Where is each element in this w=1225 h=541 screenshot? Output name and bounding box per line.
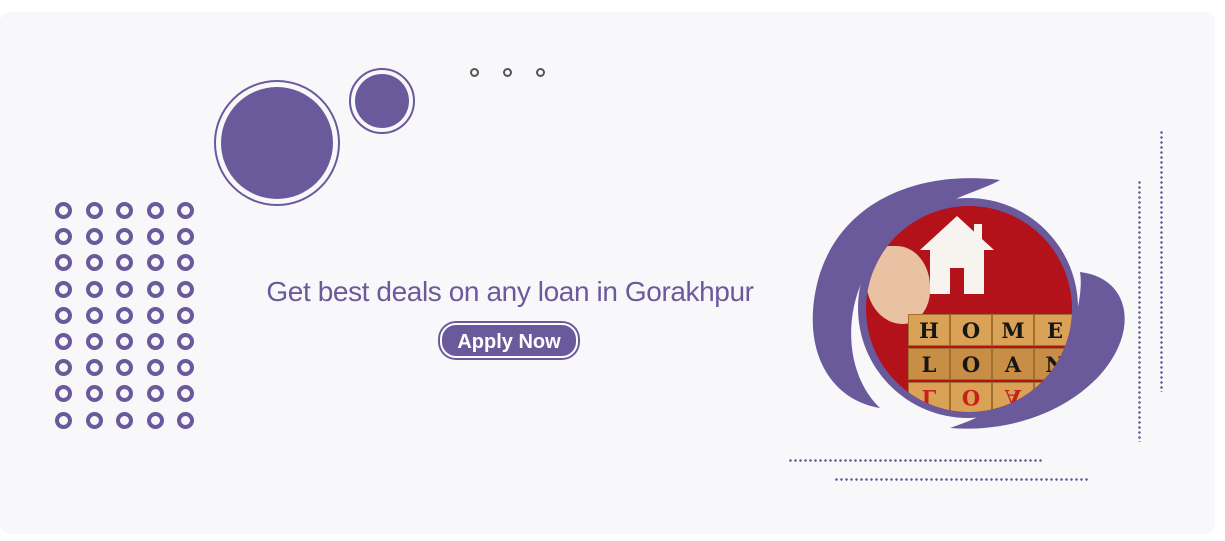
decorative-ring xyxy=(85,254,103,272)
decorative-dot xyxy=(470,68,479,77)
loan-banner: Get best deals on any loan in Gorakhpur … xyxy=(0,12,1215,534)
decorative-ring xyxy=(55,332,72,350)
decorative-ring xyxy=(116,306,133,324)
decorative-ring xyxy=(55,306,72,324)
decorative-ring xyxy=(116,254,133,272)
decorative-ring xyxy=(85,306,103,324)
house-cutout-icon xyxy=(920,216,994,294)
decorative-dotted-line xyxy=(788,459,1043,462)
decorative-dot xyxy=(503,68,512,77)
decorative-ring xyxy=(55,411,72,429)
decorative-ring xyxy=(146,359,164,377)
letter-block-reflection: L xyxy=(908,382,950,412)
decorative-large-circle xyxy=(214,80,340,206)
home-loan-photo: H O M E L O A N L O A N xyxy=(866,206,1072,412)
decorative-ring xyxy=(116,359,133,377)
decorative-ring xyxy=(146,332,164,350)
decorative-ring xyxy=(116,280,133,298)
decorative-ring xyxy=(177,254,194,272)
decorative-ring xyxy=(55,280,72,298)
letter-block-reflection: O xyxy=(950,382,992,412)
decorative-dot xyxy=(536,68,545,77)
decorative-ring xyxy=(55,385,72,403)
letter-block-reflection: N xyxy=(1034,382,1072,412)
decorative-ring xyxy=(116,332,133,350)
decorative-ring xyxy=(146,228,164,246)
decorative-ring xyxy=(146,306,164,324)
letter-block: H xyxy=(908,314,950,346)
decorative-dotted-line xyxy=(1160,130,1163,392)
banner-headline: Get best deals on any loan in Gorakhpur xyxy=(266,276,754,307)
letter-block: O xyxy=(950,314,992,346)
decorative-ring xyxy=(85,411,103,429)
letter-block: A xyxy=(992,348,1034,380)
letter-blocks: H O M E L O A N L O A N xyxy=(906,314,1072,412)
decorative-ring xyxy=(146,411,164,429)
decorative-ring xyxy=(177,228,194,246)
decorative-ring xyxy=(85,359,103,377)
letter-block: E xyxy=(1034,314,1072,346)
decorative-dotted-line xyxy=(834,478,1090,481)
decorative-ring xyxy=(146,254,164,272)
decorative-ring xyxy=(116,228,133,246)
decorative-ring xyxy=(85,280,103,298)
decorative-ring xyxy=(177,202,194,219)
decorative-ring-grid xyxy=(55,202,194,429)
decorative-ring xyxy=(177,332,194,350)
decorative-small-circle xyxy=(349,68,415,134)
letter-block: M xyxy=(992,314,1034,346)
decorative-ring xyxy=(55,202,72,219)
decorative-ring xyxy=(116,411,133,429)
decorative-ring xyxy=(177,385,194,403)
letter-block-reflection: A xyxy=(992,382,1034,412)
decorative-ring xyxy=(85,385,103,403)
letter-block: N xyxy=(1034,348,1072,380)
decorative-ring xyxy=(55,228,72,246)
decorative-ring xyxy=(85,228,103,246)
decorative-ring xyxy=(85,202,103,219)
apply-now-button[interactable]: Apply Now xyxy=(440,323,578,358)
decorative-ring xyxy=(55,359,72,377)
decorative-ring xyxy=(116,202,133,219)
decorative-ring xyxy=(177,359,194,377)
decorative-ring xyxy=(177,306,194,324)
decorative-ring xyxy=(85,332,103,350)
decorative-ring xyxy=(177,411,194,429)
decorative-ring xyxy=(146,202,164,219)
letter-block: L xyxy=(908,348,950,380)
decorative-ring xyxy=(55,254,72,272)
decorative-ring xyxy=(146,385,164,403)
letter-block: O xyxy=(950,348,992,380)
decorative-ring xyxy=(116,385,133,403)
